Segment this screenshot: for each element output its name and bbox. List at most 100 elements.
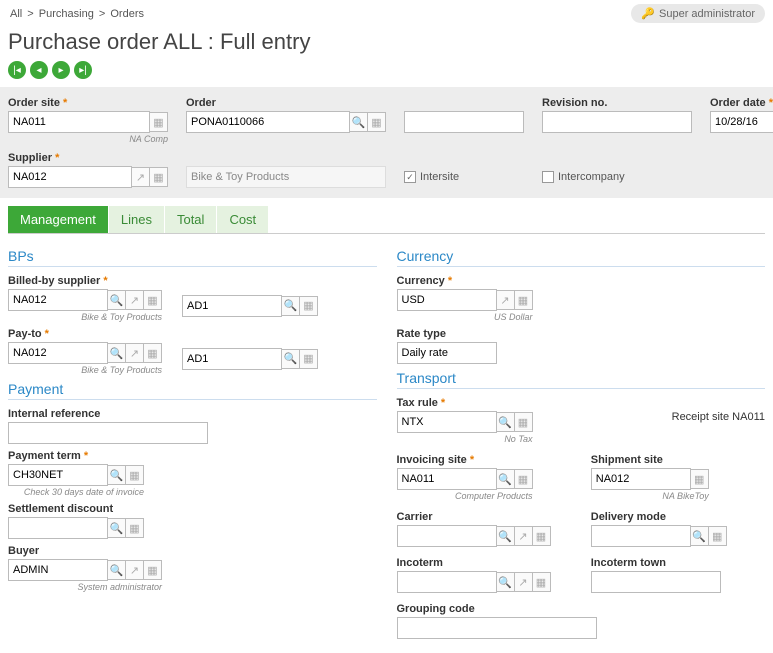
nav-last-icon[interactable]: ▸| (74, 61, 92, 79)
incoterm-town-input[interactable] (591, 571, 721, 593)
tab-total[interactable]: Total (165, 206, 217, 233)
supplier-input[interactable] (8, 166, 132, 188)
search-icon[interactable]: 🔍 (108, 290, 126, 310)
settlement-label: Settlement discount (8, 503, 377, 515)
tab-bar: Management Lines Total Cost (8, 206, 765, 234)
tab-lines[interactable]: Lines (109, 206, 165, 233)
user-role-label: Super administrator (659, 8, 755, 20)
section-currency: Currency (397, 248, 766, 267)
lookup-icon[interactable]: ▦ (709, 526, 727, 546)
search-icon[interactable]: 🔍 (108, 560, 126, 580)
user-role-pill[interactable]: 🔑 Super administrator (631, 4, 765, 23)
order-site-input[interactable] (8, 111, 150, 133)
search-icon[interactable]: 🔍 (282, 349, 300, 369)
crumb-purchasing[interactable]: Purchasing (39, 8, 94, 20)
billed-by-input[interactable] (8, 289, 108, 311)
shipment-site-input (591, 468, 691, 490)
lookup-icon[interactable]: ▦ (126, 518, 144, 538)
search-icon[interactable]: 🔍 (497, 526, 515, 546)
tax-rule-hint: No Tax (397, 434, 533, 444)
payment-term-hint: Check 30 days date of invoice (8, 487, 144, 497)
lookup-icon[interactable]: ▦ (691, 469, 709, 489)
lookup-icon[interactable]: ▦ (300, 296, 318, 316)
pay-to-input[interactable] (8, 342, 108, 364)
billed-by-label: Billed-by supplier (8, 275, 100, 287)
order-date-input[interactable] (710, 111, 773, 133)
order-input[interactable] (186, 111, 350, 133)
order-site-hint: NA Comp (8, 134, 168, 144)
search-icon[interactable]: 🔍 (497, 469, 515, 489)
lookup-icon[interactable]: ▦ (515, 290, 533, 310)
lookup-icon[interactable]: ▦ (126, 465, 144, 485)
section-transport: Transport (397, 370, 766, 389)
lookup-icon[interactable]: ▦ (533, 526, 551, 546)
order-date-label: Order date (710, 97, 773, 109)
link-icon[interactable]: ↗ (126, 560, 144, 580)
search-icon[interactable]: 🔍 (108, 465, 126, 485)
supplier-label: Supplier (8, 152, 168, 164)
intercompany-checkbox[interactable]: Intercompany (542, 166, 692, 188)
revision-input[interactable] (542, 111, 692, 133)
link-icon[interactable]: ↗ (497, 290, 515, 310)
intersite-checkbox[interactable]: ✓ Intersite (404, 166, 524, 188)
spacer (186, 152, 386, 164)
link-icon[interactable]: ↗ (126, 343, 144, 363)
internal-ref-input[interactable] (8, 422, 208, 444)
buyer-hint: System administrator (8, 582, 162, 592)
settlement-input[interactable] (8, 517, 108, 539)
crumb-all[interactable]: All (10, 8, 22, 20)
tax-rule-input[interactable] (397, 411, 497, 433)
search-icon[interactable]: 🔍 (691, 526, 709, 546)
tab-management[interactable]: Management (8, 206, 109, 233)
section-bps: BPs (8, 248, 377, 267)
search-icon[interactable]: 🔍 (108, 518, 126, 538)
nav-prev-icon[interactable]: ◂ (30, 61, 48, 79)
tab-cost[interactable]: Cost (217, 206, 269, 233)
search-icon[interactable]: 🔍 (497, 412, 515, 432)
grouping-code-input[interactable] (397, 617, 597, 639)
search-icon[interactable]: 🔍 (282, 296, 300, 316)
payment-term-label: Payment term (8, 450, 81, 462)
link-icon[interactable]: ↗ (126, 290, 144, 310)
breadcrumb[interactable]: All > Purchasing > Orders (8, 8, 146, 20)
incoterm-input[interactable] (397, 571, 497, 593)
delivery-mode-input[interactable] (591, 525, 691, 547)
currency-input (397, 289, 497, 311)
crumb-orders[interactable]: Orders (110, 8, 144, 20)
payment-term-input[interactable] (8, 464, 108, 486)
record-nav: |◂ ◂ ▸ ▸| (0, 61, 773, 87)
lookup-icon[interactable]: ▦ (150, 112, 168, 132)
carrier-input[interactable] (397, 525, 497, 547)
buyer-input[interactable] (8, 559, 108, 581)
lookup-icon[interactable]: ▦ (533, 572, 551, 592)
checkbox-icon (542, 171, 554, 183)
search-icon[interactable]: 🔍 (350, 112, 368, 132)
lookup-icon[interactable]: ▦ (368, 112, 386, 132)
nav-first-icon[interactable]: |◂ (8, 61, 26, 79)
invoicing-site-input[interactable] (397, 468, 497, 490)
lookup-icon[interactable]: ▦ (515, 412, 533, 432)
pay-to-addr-input[interactable] (182, 348, 282, 370)
billed-by-hint: Bike & Toy Products (8, 312, 162, 322)
currency-label: Currency (397, 275, 445, 287)
lookup-icon[interactable]: ▦ (144, 560, 162, 580)
spacer (404, 97, 524, 109)
order-extra-input[interactable] (404, 111, 524, 133)
billed-by-addr-input[interactable] (182, 295, 282, 317)
search-icon[interactable]: 🔍 (497, 572, 515, 592)
lookup-icon[interactable]: ▦ (150, 167, 168, 187)
invoicing-site-hint: Computer Products (397, 491, 533, 501)
pay-to-label: Pay-to (8, 328, 42, 340)
nav-next-icon[interactable]: ▸ (52, 61, 70, 79)
lookup-icon[interactable]: ▦ (515, 469, 533, 489)
link-icon[interactable]: ↗ (515, 572, 533, 592)
lookup-icon[interactable]: ▦ (144, 290, 162, 310)
lookup-icon[interactable]: ▦ (300, 349, 318, 369)
link-icon[interactable]: ↗ (515, 526, 533, 546)
invoicing-site-label: Invoicing site (397, 454, 467, 466)
rate-type-input[interactable] (397, 342, 497, 364)
lookup-icon[interactable]: ▦ (144, 343, 162, 363)
search-icon[interactable]: 🔍 (108, 343, 126, 363)
order-site-label: Order site (8, 97, 168, 109)
link-icon[interactable]: ↗ (132, 167, 150, 187)
